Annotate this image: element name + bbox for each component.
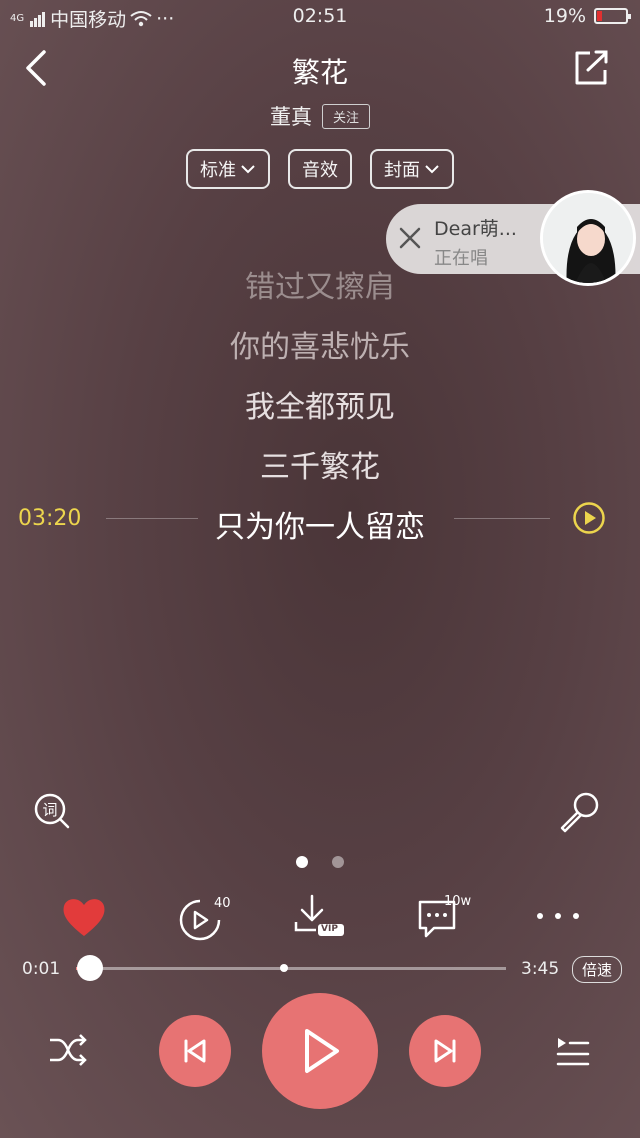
option-pills: 标准 音效 封面	[0, 149, 640, 189]
music-video-button[interactable]: 40	[176, 892, 240, 942]
share-icon[interactable]	[572, 48, 610, 88]
total-time: 3:45	[521, 959, 560, 979]
buffer-marker	[280, 964, 289, 972]
play-button[interactable]	[262, 993, 378, 1109]
video-count: 40	[214, 896, 231, 911]
more-icon[interactable]	[534, 892, 582, 942]
status-battery: 19%	[543, 5, 631, 27]
sound-effect-label: 音效	[302, 160, 338, 181]
artist-name[interactable]: 董真	[270, 101, 312, 131]
lyric-line: 三千繁花	[260, 450, 380, 485]
quality-button[interactable]: 标准	[186, 149, 270, 189]
download-icon	[294, 894, 344, 936]
seek-line-left	[106, 518, 198, 519]
play-icon	[305, 1029, 339, 1073]
elapsed-time: 0:01	[22, 959, 61, 979]
previous-icon	[184, 1039, 206, 1063]
download-button[interactable]: VIP	[292, 892, 348, 942]
comment-count: 10w	[444, 894, 472, 909]
seek-line-right	[454, 518, 550, 519]
cover-button[interactable]: 封面	[370, 149, 454, 189]
microphone-icon[interactable]	[556, 790, 602, 836]
lyrics-mode-icon[interactable]: 词	[33, 792, 71, 830]
play-from-line-icon[interactable]	[572, 501, 606, 535]
next-button[interactable]	[409, 1015, 481, 1087]
battery-percent: 19%	[543, 5, 586, 27]
chevron-down-icon	[241, 165, 255, 174]
lyric-line: 错过又擦肩	[245, 270, 395, 305]
quality-label: 标准	[200, 160, 236, 181]
playlist-icon[interactable]	[554, 1030, 590, 1070]
artist-row: 董真 关注	[0, 101, 640, 131]
close-icon[interactable]	[398, 226, 422, 250]
current-lyric-line: 只为你一人留恋	[215, 510, 425, 545]
playback-speed-button[interactable]: 倍速	[572, 956, 623, 983]
status-bar: 4G 中国移动 ··· 02:51 19%	[0, 0, 640, 32]
previous-button[interactable]	[159, 1015, 231, 1087]
cover-label: 封面	[384, 160, 420, 181]
song-title: 繁花	[291, 56, 348, 89]
next-icon	[434, 1039, 456, 1063]
progress-knob[interactable]	[77, 955, 104, 981]
page-dot-1[interactable]	[296, 856, 308, 868]
heart-icon[interactable]	[60, 892, 108, 942]
battery-level	[597, 11, 603, 21]
shuffle-icon[interactable]	[48, 1032, 88, 1068]
sound-effect-button[interactable]: 音效	[288, 149, 352, 189]
vip-badge: VIP	[321, 924, 338, 934]
follow-button[interactable]: 关注	[321, 103, 370, 129]
battery-icon	[594, 8, 631, 24]
comments-button[interactable]: 10w	[414, 892, 478, 942]
svg-text:词: 词	[42, 801, 57, 819]
singer-bubble-name: Dear萌...	[434, 218, 517, 240]
page-dot-2[interactable]	[332, 856, 344, 868]
page-indicator	[0, 856, 640, 868]
lyric-line: 我全都预见	[245, 390, 395, 425]
lyric-line: 你的喜悲忧乐	[230, 330, 410, 365]
progress-track[interactable]	[76, 967, 506, 970]
lyric-seek-time: 03:20	[18, 506, 82, 531]
chevron-down-icon	[425, 165, 439, 174]
